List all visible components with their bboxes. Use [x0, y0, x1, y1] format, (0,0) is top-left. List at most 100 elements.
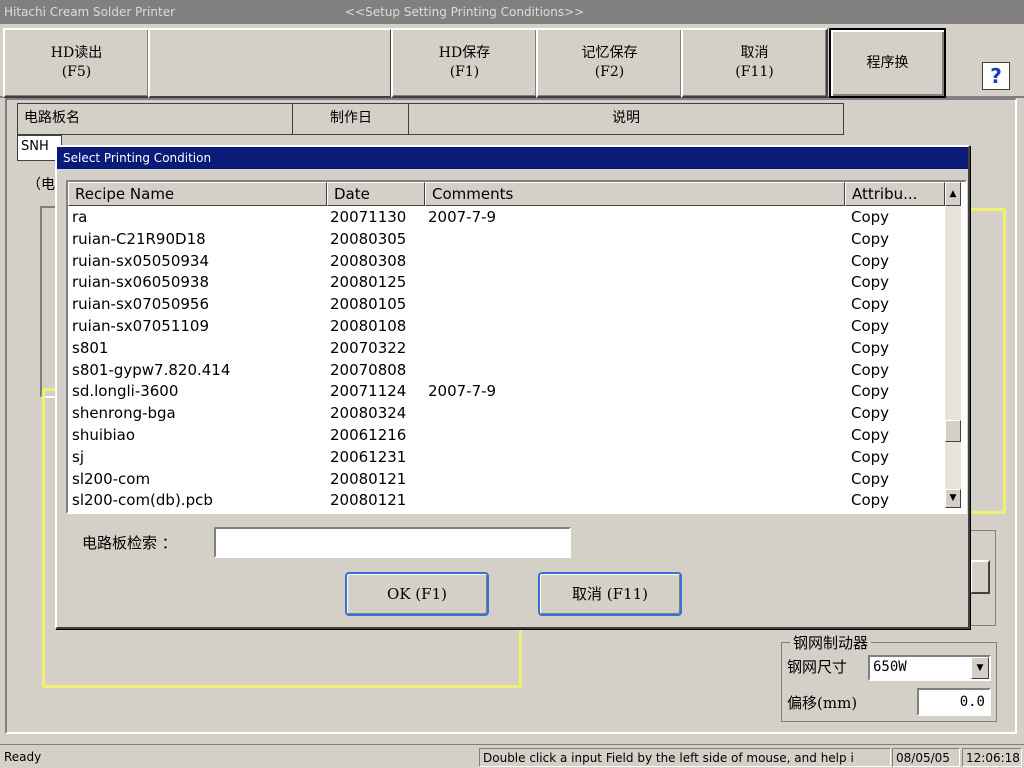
recipe-comment-cell: 2007-7-9	[428, 382, 497, 401]
board-search-input[interactable]	[214, 527, 571, 558]
recipe-name-cell: shuibiao	[72, 425, 136, 444]
hd-save-button[interactable]: HD保存 (F1)	[391, 28, 538, 98]
recipe-date-cell: 20080121	[330, 469, 407, 488]
recipe-name-cell: ruian-sx07051109	[72, 316, 209, 335]
recipe-attribute-cell: Copy	[851, 208, 890, 226]
offset-label: 偏移(mm)	[787, 694, 858, 712]
memory-save-key: (F2)	[594, 64, 625, 80]
recipe-attribute-cell: Copy	[851, 425, 890, 444]
cancel-button[interactable]: 取消 (F11)	[538, 572, 682, 616]
help-icon[interactable]: ?	[982, 62, 1010, 90]
recipe-name-cell: s801	[72, 338, 109, 357]
cancel-toolbar-button[interactable]: 取消 (F11)	[681, 28, 828, 98]
status-text: Ready	[4, 750, 42, 764]
table-row[interactable]: ruian-C21R90D18 20080305 Copy	[68, 229, 945, 251]
recipe-attribute-cell: Copy	[851, 295, 890, 314]
recipe-date-cell: 20080121	[330, 491, 407, 510]
recipe-name-cell: sj	[72, 447, 84, 466]
recipe-date-cell: 20080105	[330, 295, 407, 314]
recipe-comment-cell: 2007-7-9	[428, 208, 497, 226]
recipe-rows: ra 20071130 2007-7-9 Copy ruian-C21R90D18 200…	[68, 207, 945, 512]
help-hint: Double click a input Field by the left s…	[479, 748, 891, 767]
recipe-date-cell: 20080108	[330, 316, 407, 335]
program-switch-button[interactable]: 程序换	[829, 28, 946, 98]
scroll-up-icon[interactable]: ▲	[945, 182, 961, 206]
recipe-attribute-cell: Copy	[851, 338, 890, 357]
recipe-attribute-cell: Copy	[851, 360, 890, 379]
settings-group-label: （电	[27, 177, 55, 193]
created-date-header: 制作日	[292, 103, 410, 135]
recipe-name-cell: ruian-sx06050938	[72, 273, 209, 292]
scroll-thumb[interactable]	[945, 420, 961, 442]
table-row[interactable]: sl200-com(db).pcb 20080121 Copy	[68, 490, 945, 512]
table-row[interactable]: sl200-com 20080121 Copy	[68, 469, 945, 491]
column-header-attribute[interactable]: Attribu...	[845, 182, 945, 206]
recipe-name-cell: s801-gypw7.820.414	[72, 360, 231, 379]
ok-button[interactable]: OK (F1)	[345, 572, 489, 616]
description-header: 说明	[408, 103, 844, 135]
table-row[interactable]: sd.longli-3600 20071124 2007-7-9 Copy	[68, 381, 945, 403]
vertical-scrollbar[interactable]: ▲ ▼	[945, 182, 961, 508]
memory-save-button[interactable]: 记忆保存 (F2)	[536, 28, 683, 98]
recipe-attribute-cell: Copy	[851, 229, 890, 248]
recipe-attribute-cell: Copy	[851, 447, 890, 466]
hd-read-key: (F5)	[61, 64, 92, 80]
offset-input[interactable]: 0.0	[917, 688, 991, 716]
select-printing-condition-dialog: Select Printing Condition Recipe Name Da…	[55, 145, 970, 629]
memory-save-label: 记忆保存	[581, 45, 638, 61]
hd-save-label: HD保存	[438, 45, 491, 61]
table-row[interactable]: shuibiao 20061216 Copy	[68, 425, 945, 447]
recipe-name-cell: ra	[72, 208, 88, 226]
recipe-attribute-cell: Copy	[851, 382, 890, 401]
recipe-attribute-cell: Copy	[851, 404, 890, 423]
recipe-date-cell: 20080305	[330, 229, 407, 248]
table-row[interactable]: ruian-sx07051109 20080108 Copy	[68, 316, 945, 338]
recipe-date-cell: 20071124	[330, 382, 407, 401]
recipe-date-cell: 20070808	[330, 360, 407, 379]
column-header-date[interactable]: Date	[327, 182, 425, 206]
cancel-toolbar-key: (F11)	[735, 64, 774, 80]
right-control-button[interactable]	[970, 560, 990, 594]
recipe-name-cell: sd.longli-3600	[72, 382, 179, 401]
table-row[interactable]: ra 20071130 2007-7-9 Copy	[68, 207, 945, 229]
function-toolbar: HD读出 (F5) HD保存 (F1) 记忆保存 (F2) 取消 (F11) 程…	[0, 24, 1024, 98]
column-header-recipe-name[interactable]: Recipe Name	[68, 182, 327, 206]
cancel-toolbar-label: 取消	[740, 45, 769, 61]
recipe-date-cell: 20080125	[330, 273, 407, 292]
recipe-attribute-cell: Copy	[851, 251, 890, 270]
dialog-title: Select Printing Condition	[57, 147, 968, 169]
table-row[interactable]: ruian-sx07050956 20080105 Copy	[68, 294, 945, 316]
recipe-list[interactable]: Recipe Name Date Comments Attribu... ra 2…	[66, 180, 967, 514]
scroll-down-icon[interactable]: ▼	[945, 489, 961, 508]
recipe-date-cell: 20080308	[330, 251, 407, 270]
table-row[interactable]: ruian-sx06050938 20080125 Copy	[68, 272, 945, 294]
right-highlight-frame	[966, 208, 1006, 514]
recipe-name-cell: sl200-com(db).pcb	[72, 491, 213, 510]
hd-read-button[interactable]: HD读出 (F5)	[3, 28, 150, 98]
recipe-name-cell: ruian-sx07050956	[72, 295, 209, 314]
stencil-size-label: 钢网尺寸	[787, 658, 848, 676]
recipe-attribute-cell: Copy	[851, 469, 890, 488]
recipe-attribute-cell: Copy	[851, 316, 890, 335]
screen-title: <<Setup Setting Printing Conditions>>	[345, 5, 585, 19]
stencil-size-select[interactable]: 650W ▼	[868, 655, 991, 681]
recipe-date-cell: 20080324	[330, 404, 407, 423]
stencil-size-value: 650W	[873, 659, 907, 675]
recipe-attribute-cell: Copy	[851, 273, 890, 292]
recipe-date-cell: 20061231	[330, 447, 407, 466]
table-row[interactable]: s801-gypw7.820.414 20070808 Copy	[68, 360, 945, 382]
table-row[interactable]: ruian-sx05050934 20080308 Copy	[68, 251, 945, 273]
board-name-header: 电路板名	[17, 103, 300, 135]
table-row[interactable]: s801 20070322 Copy	[68, 338, 945, 360]
program-switch-label: 程序换	[866, 54, 909, 71]
chevron-down-icon[interactable]: ▼	[971, 657, 989, 679]
column-header-comments[interactable]: Comments	[425, 182, 845, 206]
table-row[interactable]: sj 20061231 Copy	[68, 447, 945, 469]
recipe-name-cell: ruian-C21R90D18	[72, 229, 206, 248]
hd-read-label: HD读出	[50, 45, 103, 61]
recipe-name-cell: shenrong-bga	[72, 404, 176, 423]
table-row[interactable]: shenrong-bga 20080324 Copy	[68, 403, 945, 425]
recipe-date-cell: 20071130	[330, 208, 407, 226]
recipe-date-cell: 20061216	[330, 425, 407, 444]
recipe-name-cell: sl200-com	[72, 469, 151, 488]
